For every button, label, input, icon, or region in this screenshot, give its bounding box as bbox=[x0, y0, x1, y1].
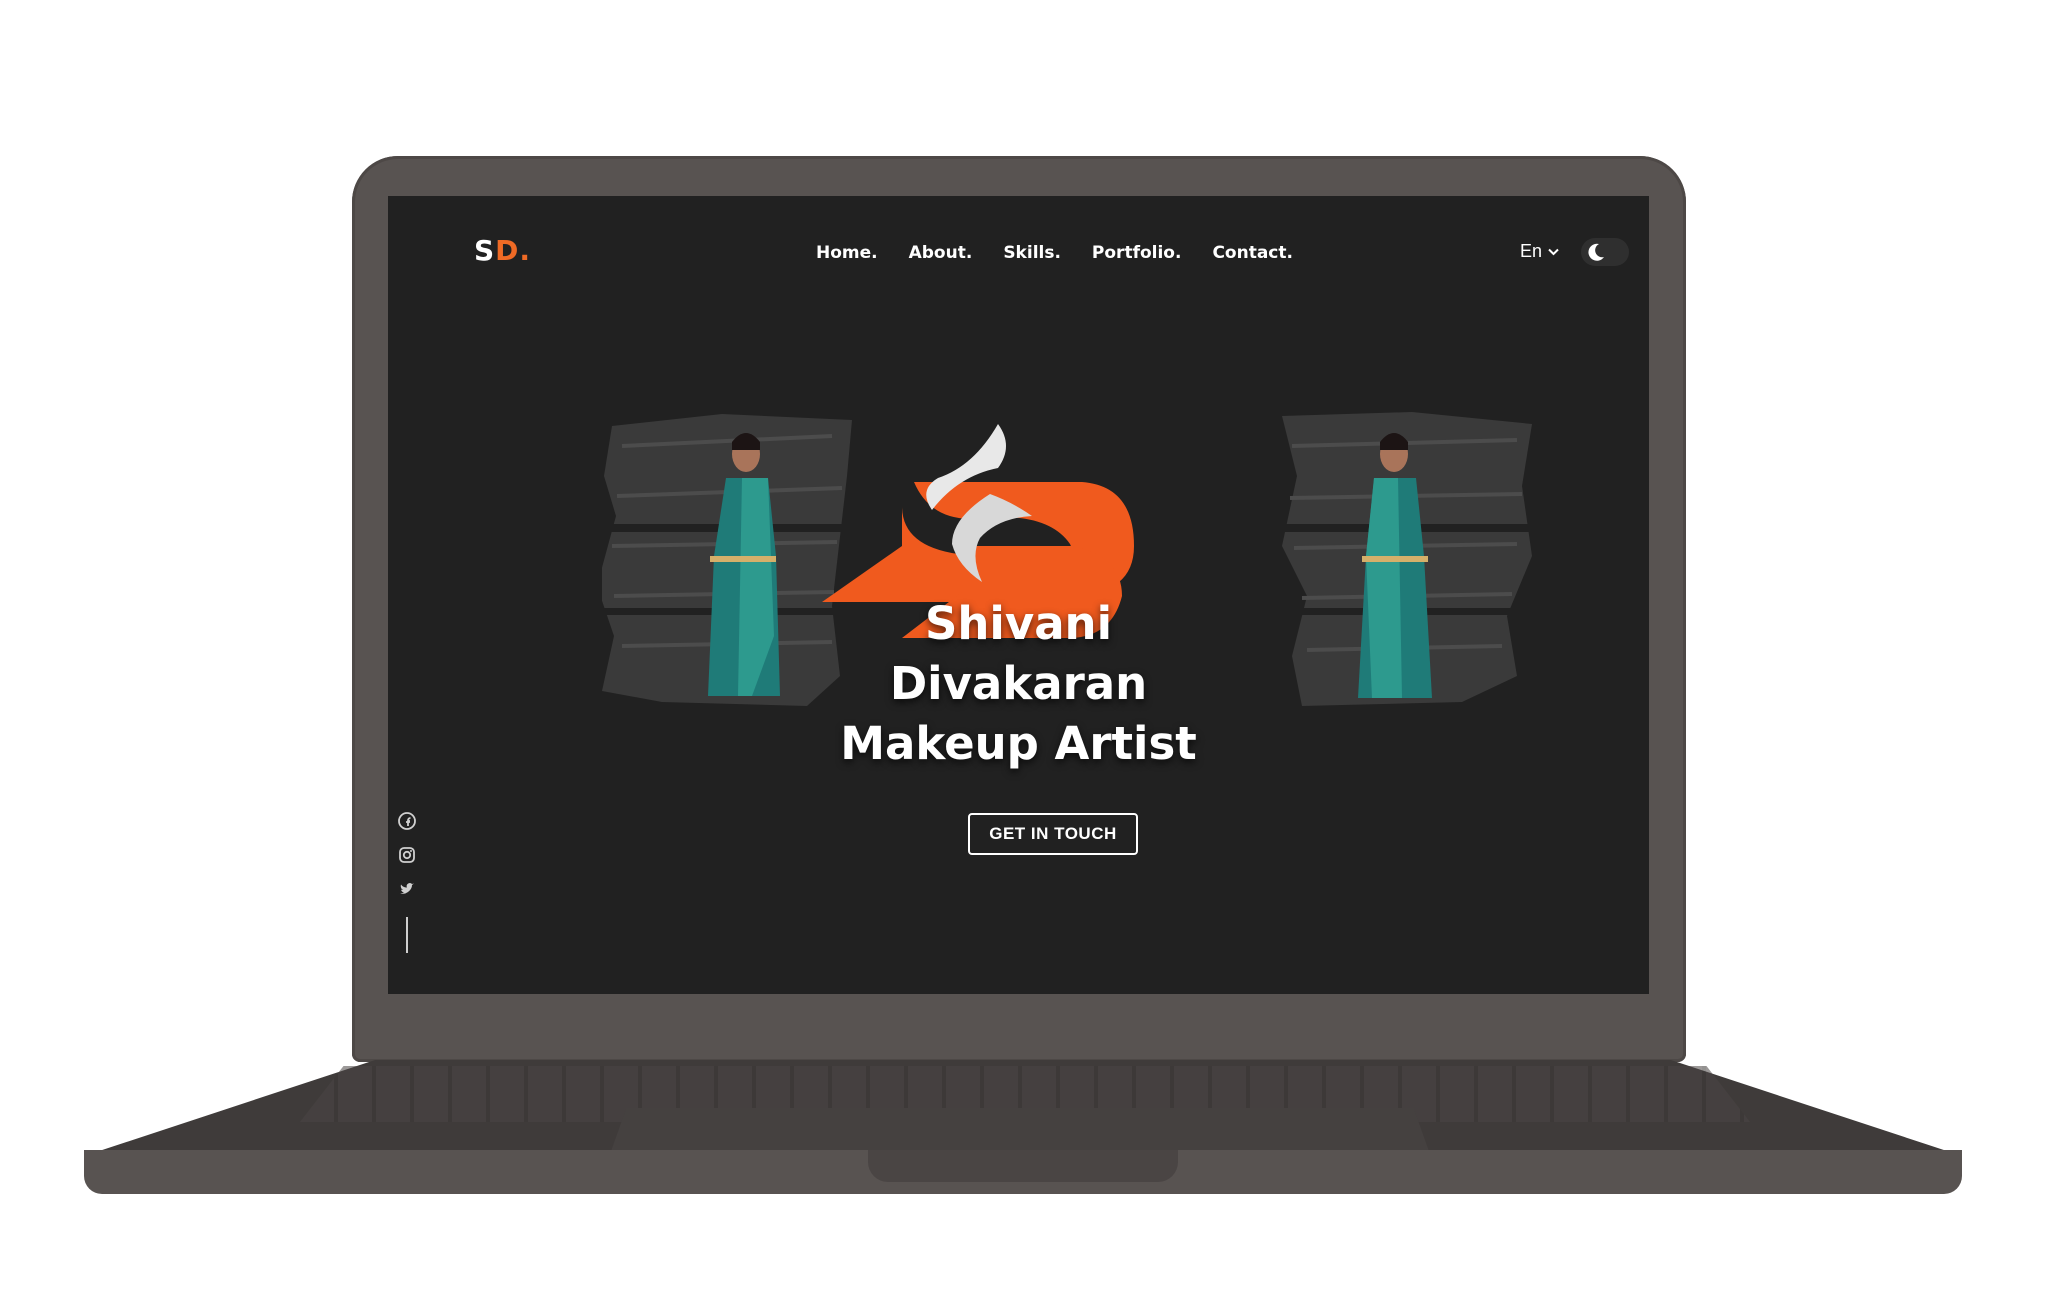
nav-home[interactable]: Home. bbox=[816, 243, 878, 263]
laptop-trackpad bbox=[610, 1108, 1430, 1154]
chevron-down-icon bbox=[1548, 248, 1559, 255]
laptop-notch bbox=[868, 1150, 1178, 1182]
get-in-touch-button[interactable]: GET IN TOUCH bbox=[968, 813, 1138, 855]
hero-first-name: Shivani bbox=[924, 597, 1113, 650]
nav-about[interactable]: About. bbox=[909, 243, 973, 263]
moon-icon bbox=[1588, 243, 1604, 261]
main-menu: Home. About. Skills. Portfolio. Contact. bbox=[816, 243, 1293, 263]
language-label: En bbox=[1520, 241, 1543, 261]
website-screen: SD. Home. About. Skills. Portfolio. Cont… bbox=[388, 196, 1649, 994]
top-navigation: SD. Home. About. Skills. Portfolio. Cont… bbox=[388, 196, 1649, 296]
hero-profession: Makeup Artist bbox=[840, 717, 1197, 770]
nav-skills[interactable]: Skills. bbox=[1003, 243, 1061, 263]
nav-portfolio[interactable]: Portfolio. bbox=[1092, 243, 1182, 263]
social-links bbox=[398, 812, 416, 898]
instagram-icon[interactable] bbox=[398, 846, 416, 864]
logo-letter-d: D. bbox=[495, 234, 532, 267]
nav-contact[interactable]: Contact. bbox=[1212, 243, 1293, 263]
hero-last-name: Divakaran bbox=[889, 657, 1148, 710]
language-selector[interactable]: En bbox=[1520, 241, 1559, 262]
hero-title: Shivani Divakaran Makeup Artist bbox=[388, 594, 1649, 774]
facebook-icon[interactable] bbox=[398, 812, 416, 830]
site-logo[interactable]: SD. bbox=[474, 234, 531, 267]
twitter-icon[interactable] bbox=[398, 880, 416, 898]
social-divider-line bbox=[406, 917, 408, 953]
theme-toggle[interactable] bbox=[1581, 238, 1629, 266]
logo-letter-s: S bbox=[474, 234, 496, 267]
laptop-mockup: SD. Home. About. Skills. Portfolio. Cont… bbox=[0, 0, 2046, 1291]
